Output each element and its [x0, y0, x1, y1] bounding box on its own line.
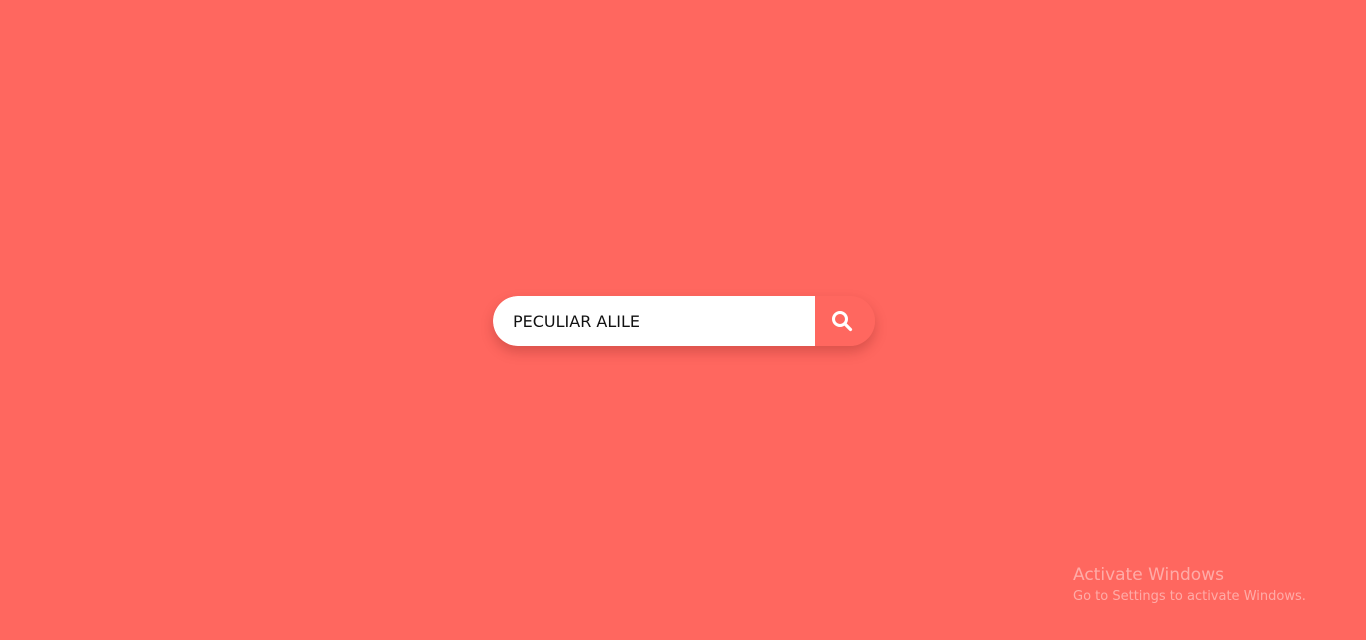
search-input[interactable] — [493, 296, 815, 346]
watermark-subtitle: Go to Settings to activate Windows. — [1073, 589, 1306, 604]
search-button[interactable] — [815, 296, 875, 346]
watermark-title: Activate Windows — [1073, 565, 1224, 585]
page-background: Activate Windows Go to Settings to activ… — [0, 0, 1366, 640]
search-icon — [832, 311, 853, 332]
activate-windows-watermark: Activate Windows Go to Settings to activ… — [1073, 563, 1306, 607]
search-bar — [493, 296, 875, 346]
